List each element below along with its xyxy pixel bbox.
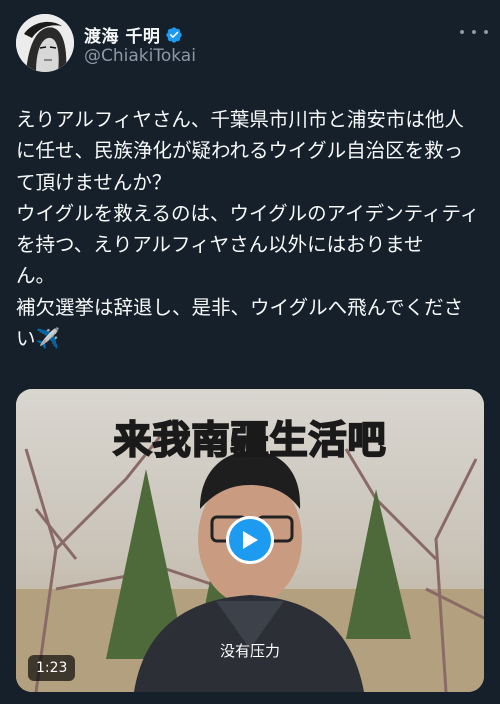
dot — [460, 30, 464, 34]
play-button[interactable] — [226, 516, 274, 564]
tweet-text: えりアルフィヤさん、千葉県市川市と浦安市は他人 に任せ、民族浄化が疑われるウイグ… — [16, 104, 488, 354]
avatar[interactable] — [16, 14, 74, 72]
dot — [472, 30, 476, 34]
video-caption: 来我南疆生活吧 — [112, 417, 387, 463]
tweet-line: い✈️ — [16, 327, 60, 351]
tweet-line: に任せ、民族浄化が疑われるウイグル自治区を救っ — [16, 139, 464, 163]
tweet-line: ウイグルを救えるのは、ウイグルのアイデンティティ — [16, 201, 480, 225]
tweet-line: ん。 — [16, 264, 56, 288]
dot — [484, 30, 488, 34]
user-handle[interactable]: @ChiakiTokai — [84, 46, 196, 66]
avatar-illustration — [16, 14, 74, 72]
play-icon — [243, 531, 258, 549]
tweet-line: て頂けませんか？ — [16, 170, 172, 194]
tweet-line: えりアルフィヤさん、千葉県市川市と浦安市は他人 — [16, 108, 464, 131]
verified-badge-icon — [166, 26, 183, 43]
tweet-header: 渡海 千明 @ChiakiTokai — [0, 0, 500, 90]
tweet-line: 補欠選挙は辞退し、是非、ウイグルへ飛んでくださ — [16, 295, 464, 319]
video-duration: 1:23 — [28, 655, 76, 681]
tweet-line: を持つ、えりアルフィヤさん以外にはおりませ — [16, 233, 424, 257]
video-player[interactable]: 来我南疆生活吧 没有压力 1:23 — [16, 389, 484, 692]
more-options-icon[interactable] — [460, 22, 488, 42]
video-subtitle: 没有压力 — [219, 642, 280, 660]
display-name[interactable]: 渡海 千明 — [84, 22, 160, 47]
